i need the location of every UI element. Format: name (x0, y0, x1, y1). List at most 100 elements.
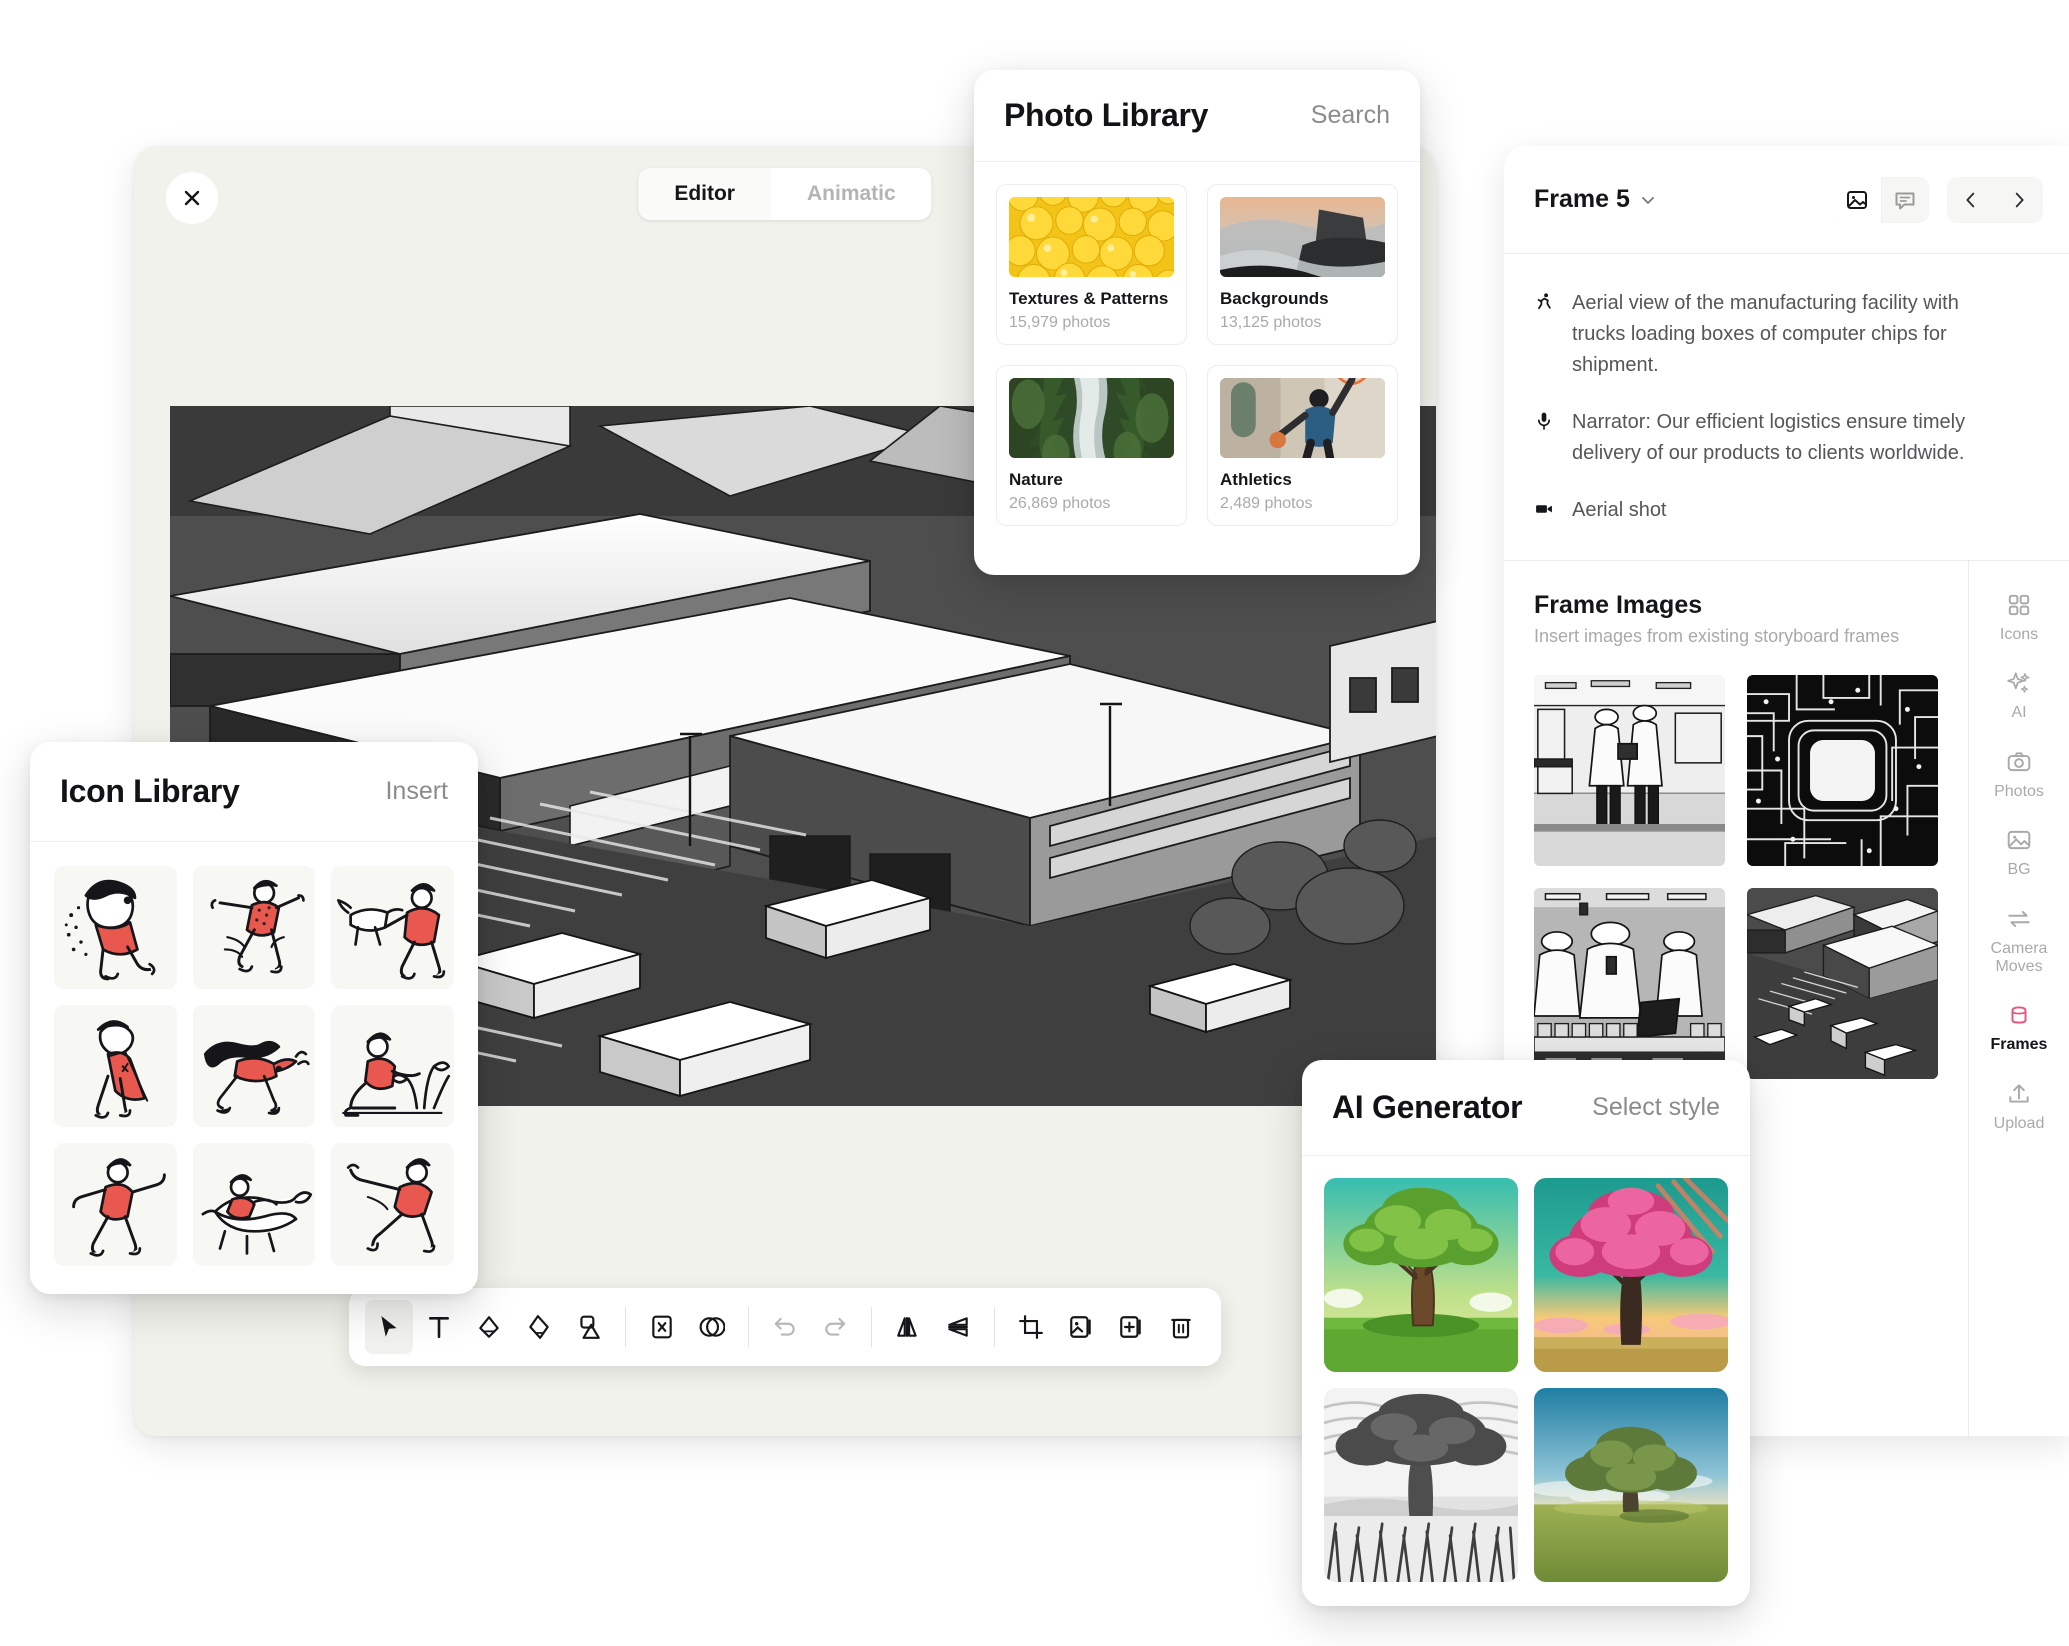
style-monochrome-engraving-tree[interactable] (1324, 1388, 1518, 1582)
ai-generator-select-style-button[interactable]: Select style (1592, 1093, 1720, 1122)
flip-vertical-icon (948, 1317, 968, 1337)
select-tool[interactable] (365, 1300, 413, 1354)
previous-frame-button[interactable] (1947, 177, 1995, 223)
photo-category-count: 26,869 photos (1009, 495, 1111, 512)
mode-switch: Editor Animatic (638, 168, 932, 220)
crop-tool[interactable] (1007, 1300, 1055, 1354)
leaping-runner-illustration (331, 1143, 454, 1266)
ai-generator-title: AI Generator (1332, 1089, 1523, 1125)
icon-running-person-2[interactable] (192, 866, 316, 989)
action-runner-icon (1534, 288, 1556, 381)
sidebar-item-upload[interactable]: Upload (1973, 1068, 2065, 1142)
image-icon (1847, 190, 1867, 209)
tab-editor[interactable]: Editor (638, 168, 771, 220)
photo-category-name: Textures & Patterns (1009, 289, 1169, 308)
style-vibrant-pink-tree[interactable] (1534, 1178, 1728, 1372)
view-toggle-group (1833, 176, 1929, 223)
script-line-action: Aerial view of the manufacturing facilit… (1534, 288, 1999, 381)
sidebar-label-icons: Icons (1999, 626, 2039, 643)
sidebar-item-bg[interactable]: BG (1973, 814, 2065, 888)
circuit-board-illustration (1747, 675, 1938, 866)
photo-category-card[interactable]: Athletics 2,489 photos (1207, 365, 1398, 526)
flip-horizontal-button[interactable] (884, 1300, 932, 1354)
image-view-button[interactable] (1833, 176, 1881, 223)
frame-thumb-aerial-facility[interactable] (1747, 888, 1938, 1079)
frame-images-title: Frame Images (1534, 591, 1703, 619)
vibrant-pink-tree-image (1534, 1178, 1728, 1372)
style-photoreal-tree[interactable] (1534, 1388, 1728, 1582)
sparkles-icon (2007, 672, 2030, 694)
toolbar-divider (748, 1307, 749, 1347)
undo-arrow-icon (774, 1317, 795, 1336)
frames-stack-icon (2011, 1006, 2027, 1024)
thumb-backgrounds (1220, 197, 1385, 277)
icon-running-person-1[interactable] (54, 866, 177, 989)
replace-image-button[interactable] (1057, 1300, 1105, 1354)
microphone-icon (1534, 407, 1556, 469)
script-view-button[interactable] (1881, 177, 1929, 223)
sidebar-label-camera-moves: Camera Moves (1990, 939, 2048, 975)
yellow-spheres-image (1009, 197, 1174, 277)
ai-generator-header: AI Generator Select style (1302, 1060, 1750, 1156)
redo-button[interactable] (811, 1300, 859, 1354)
eraser-tool[interactable] (465, 1300, 513, 1354)
shapes-tool[interactable] (565, 1300, 613, 1354)
sidebar-item-frames[interactable]: Frames (1973, 989, 2065, 1063)
sidebar-item-ai[interactable]: AI (1973, 657, 2065, 731)
photo-category-card[interactable]: Nature 26,869 photos (996, 365, 1187, 526)
pen-icon (529, 1315, 549, 1339)
photo-category-card[interactable]: Backgrounds 13,125 photos (1207, 184, 1398, 345)
pen-tool[interactable] (515, 1300, 563, 1354)
photo-category-card[interactable]: Textures & Patterns 15,979 photos (996, 184, 1187, 345)
icon-person-riding-animal[interactable] (192, 1143, 316, 1267)
forest-river-image (1009, 378, 1174, 458)
icon-dancing-person[interactable] (54, 1143, 177, 1266)
add-image-button[interactable] (1107, 1300, 1155, 1354)
icon-person-with-dog[interactable] (331, 866, 454, 989)
frame-dropdown-button[interactable] (1638, 190, 1658, 210)
chevron-left-icon (1966, 192, 1975, 207)
blend-tool[interactable] (688, 1300, 736, 1354)
flip-vertical-button[interactable] (934, 1300, 982, 1354)
delete-button[interactable] (1157, 1300, 1205, 1354)
ai-generator-grid (1302, 1156, 1750, 1604)
app-root: Editor Animatic Frame 5 Aerial view of t… (0, 0, 2069, 1646)
photo-category-name: Athletics (1220, 470, 1292, 489)
upload-arrow-icon (2009, 1084, 2029, 1103)
frame-thumb-lab-technicians[interactable] (1534, 675, 1725, 866)
camera-icon (2007, 752, 2031, 771)
icon-person-with-cape[interactable] (54, 1004, 177, 1128)
script-action-text: Aerial view of the manufacturing facilit… (1572, 292, 1959, 376)
dancing-person-illustration (54, 1143, 177, 1266)
sidebar-item-photos[interactable]: Photos (1973, 736, 2065, 810)
script-narration-text: Narrator: Our efficient logistics ensure… (1572, 411, 1966, 464)
redo-arrow-icon (825, 1317, 846, 1336)
icon-library-insert-button[interactable]: Insert (385, 777, 448, 806)
editor-toolbar (349, 1288, 1221, 1366)
picture-icon (2007, 831, 2031, 850)
frame-script: Aerial view of the manufacturing facilit… (1504, 254, 2069, 561)
icon-leaping-runner[interactable] (331, 1143, 454, 1266)
photo-library-grid: Textures & Patterns 15,979 photos Backgr… (974, 162, 1420, 548)
cursor-arrow-icon (381, 1316, 397, 1337)
undo-button[interactable] (761, 1300, 809, 1354)
frame-title: Frame 5 (1534, 185, 1630, 213)
close-button[interactable] (166, 172, 218, 224)
next-frame-button[interactable] (1995, 177, 2043, 223)
sidebar-item-camera-moves[interactable]: Camera Moves (1973, 893, 2065, 986)
tab-animatic[interactable]: Animatic (771, 168, 932, 220)
icon-seated-person-plants[interactable] (331, 1004, 454, 1128)
frame-thumb-assembly-line[interactable] (1534, 888, 1725, 1079)
image-swap-icon (1070, 1316, 1091, 1338)
photo-category-name: Backgrounds (1220, 289, 1329, 308)
script-line-narration: Narrator: Our efficient logistics ensure… (1534, 407, 1999, 469)
photo-library-search-button[interactable]: Search (1311, 101, 1390, 130)
text-tool[interactable] (415, 1300, 463, 1354)
mask-tool[interactable] (638, 1300, 686, 1354)
frame-thumb-circuit-board[interactable] (1747, 675, 1938, 866)
photo-category-count: 15,979 photos (1009, 314, 1111, 331)
style-illustrated-green-tree[interactable] (1324, 1178, 1518, 1372)
sidebar-item-icons[interactable]: Icons (1973, 579, 2065, 653)
icon-long-hair-runner[interactable] (192, 1004, 316, 1128)
comment-icon (1895, 192, 1915, 209)
